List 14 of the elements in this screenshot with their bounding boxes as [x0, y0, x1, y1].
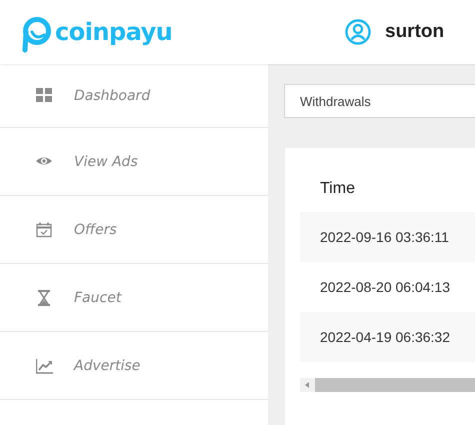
logo-icon [21, 16, 51, 54]
table-cell: 2022-04-19 06:36:32 [320, 329, 450, 345]
calendar-icon [36, 222, 54, 238]
filter-dropdown[interactable]: Withdrawals [284, 84, 475, 118]
horizontal-scrollbar[interactable] [300, 378, 475, 392]
table-cell: 2022-09-16 03:36:11 [320, 229, 449, 245]
grid-icon [36, 88, 54, 104]
column-header: Time [320, 180, 355, 198]
chart-icon [36, 358, 54, 374]
logo-text: coinpayu [55, 18, 172, 46]
table-cell: 2022-08-20 06:04:13 [320, 279, 450, 295]
username[interactable]: surton [385, 21, 444, 43]
user-icon[interactable] [345, 19, 371, 45]
scroll-left-icon[interactable] [305, 382, 310, 388]
